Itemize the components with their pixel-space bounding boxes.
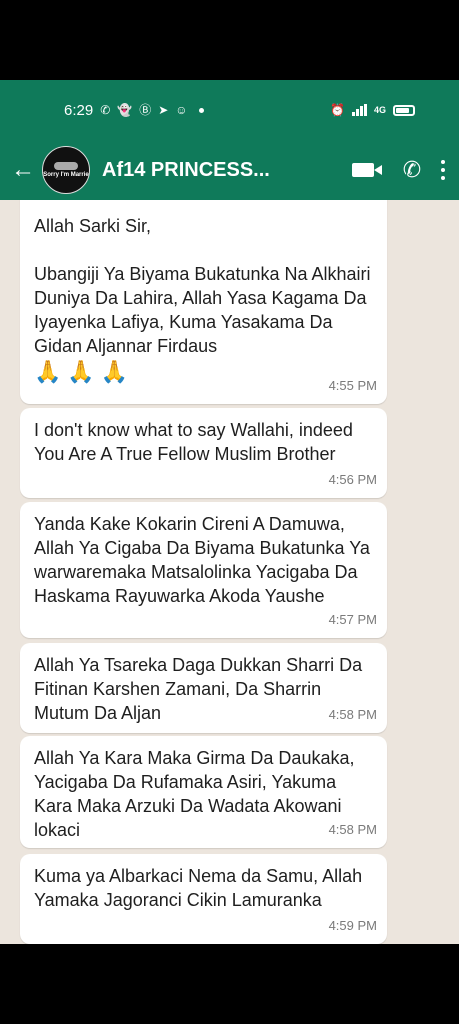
whatsapp-icon: ✆ xyxy=(100,103,111,117)
message-text: Allah Sarki Sir, Ubangiji Ya Biyama Buka… xyxy=(34,216,371,356)
status-right: ⏰ 4G xyxy=(330,104,415,116)
message-text: Allah Ya Kara Maka Girma Da Daukaka, Yac… xyxy=(34,748,355,840)
message-bubble[interactable]: Yanda Kake Kokarin Cireni A Damuwa, Alla… xyxy=(20,502,387,638)
message-time: 4:55 PM xyxy=(328,378,377,393)
top-black-bar xyxy=(0,0,459,80)
chat-area[interactable]: Allah Sarki Sir, Ubangiji Ya Biyama Buka… xyxy=(0,200,459,944)
message-bubble[interactable]: Kuma ya Albarkaci Nema da Samu, Allah Ya… xyxy=(20,854,387,944)
message-time: 4:58 PM xyxy=(328,822,377,837)
video-camera-icon xyxy=(352,163,382,177)
message-bubble[interactable]: I don't know what to say Wallahi, indeed… xyxy=(20,408,387,498)
more-options-icon[interactable] xyxy=(441,160,445,180)
voice-call-button[interactable]: ✆ xyxy=(395,153,429,187)
message-time: 4:57 PM xyxy=(328,612,377,627)
snapchat-icon: 👻 xyxy=(117,103,133,117)
folded-hands-icon: 🙏 xyxy=(34,359,62,384)
chat-toolbar: ← Sorry I'm Marrie Af14 PRINCESS... ✆ xyxy=(0,140,459,200)
folded-hands-icon: 🙏 xyxy=(67,359,95,384)
message-time: 4:56 PM xyxy=(328,472,377,487)
message-text: I don't know what to say Wallahi, indeed… xyxy=(34,420,353,464)
avatar-text: Sorry I'm Marrie xyxy=(43,171,89,178)
message-time: 4:58 PM xyxy=(328,707,377,722)
bottom-black-bar xyxy=(0,944,459,1024)
4g-signal-icon: 4G xyxy=(373,104,386,115)
phone-icon: ✆ xyxy=(402,157,422,182)
battery-icon xyxy=(393,104,415,116)
status-bar: 6:29 ✆ 👻 Ⓑ ➤ ☺ ⏰ 4G xyxy=(0,80,459,140)
b-app-icon: Ⓑ xyxy=(139,103,152,117)
video-call-button[interactable] xyxy=(349,153,383,187)
message-text: Kuma ya Albarkaci Nema da Samu, Allah Ya… xyxy=(34,866,363,910)
message-text: Allah Ya Tsareka Daga Dukkan Sharri Da F… xyxy=(34,655,363,723)
contact-name[interactable]: Af14 PRINCESS... xyxy=(102,159,349,182)
telegram-icon: ➤ xyxy=(158,103,169,117)
message-bubble[interactable]: Allah Sarki Sir, Ubangiji Ya Biyama Buka… xyxy=(20,200,387,404)
message-text: Yanda Kake Kokarin Cireni A Damuwa, Alla… xyxy=(34,514,370,606)
message-bubble[interactable]: Allah Ya Tsareka Daga Dukkan Sharri Da F… xyxy=(20,643,387,733)
emoji-row: 🙏 🙏 🙏 xyxy=(34,360,375,384)
notification-dot-icon xyxy=(198,107,204,113)
message-bubble[interactable]: Allah Ya Kara Maka Girma Da Daukaka, Yac… xyxy=(20,736,387,848)
avatar-glasses-icon xyxy=(54,161,78,170)
back-arrow-icon[interactable]: ← xyxy=(4,156,42,184)
bot-icon: ☺ xyxy=(175,103,188,117)
app-header: 6:29 ✆ 👻 Ⓑ ➤ ☺ ⏰ 4G ← Sorry I'm Marrie A… xyxy=(0,80,459,200)
status-left: 6:29 ✆ 👻 Ⓑ ➤ ☺ xyxy=(64,102,204,119)
folded-hands-icon: 🙏 xyxy=(100,359,129,384)
signal-icon xyxy=(351,104,367,116)
status-time: 6:29 xyxy=(64,101,94,119)
contact-avatar[interactable]: Sorry I'm Marrie xyxy=(42,146,90,194)
alarm-icon: ⏰ xyxy=(330,103,345,117)
message-time: 4:59 PM xyxy=(328,918,377,933)
